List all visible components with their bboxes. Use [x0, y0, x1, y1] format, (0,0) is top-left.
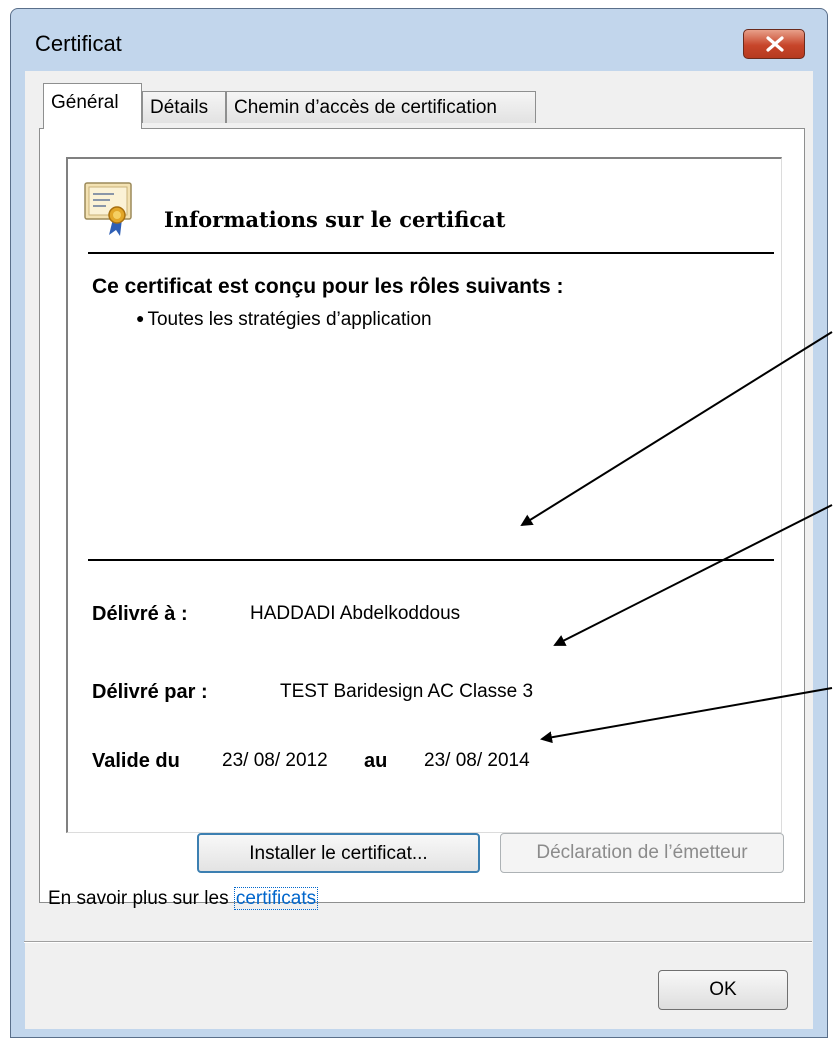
tab-label: Chemin d’accès de certification: [234, 97, 497, 118]
divider: [88, 559, 774, 561]
ok-button[interactable]: OK: [658, 970, 788, 1010]
tab-label: Général: [51, 92, 119, 113]
roles-heading: Ce certificat est conçu pour les rôles s…: [92, 275, 564, 298]
certificate-icon: [84, 182, 132, 236]
valid-to-label: au: [364, 750, 388, 772]
learn-more-prefix: En savoir plus sur les: [48, 888, 234, 909]
certificate-dialog: Certificat Général Détails Chemin d’accè…: [10, 8, 828, 1038]
tab-label: Détails: [150, 97, 209, 118]
certificate-info-title: Informations sur le certificat: [164, 207, 506, 232]
certificates-link[interactable]: certificats: [233, 887, 319, 910]
tab-general[interactable]: Général: [43, 83, 142, 129]
tab-page-general: Informations sur le certificat Ce certif…: [39, 128, 805, 903]
dialog-client-area: Général Détails Chemin d’accès de certif…: [25, 71, 813, 1029]
certificate-info-panel: Informations sur le certificat Ce certif…: [66, 157, 782, 833]
tab-certification-path[interactable]: Chemin d’accès de certification: [226, 91, 536, 123]
close-button[interactable]: [743, 29, 805, 59]
issued-by-value: TEST Baridesign AC Classe 3: [280, 681, 534, 702]
learn-more-text: En savoir plus sur les certificats: [48, 887, 319, 910]
valid-to-value: 23/ 08/ 2014: [424, 750, 530, 771]
role-item: ● Toutes les stratégies d’application: [136, 309, 432, 330]
install-certificate-button[interactable]: Installer le certificat...: [197, 833, 480, 873]
issued-by-label: Délivré par :: [92, 681, 208, 703]
close-icon: [766, 36, 784, 52]
valid-from-value: 23/ 08/ 2012: [222, 750, 328, 771]
valid-from-label: Valide du: [92, 750, 180, 772]
tab-details[interactable]: Détails: [142, 91, 226, 123]
divider: [88, 252, 774, 254]
title-bar[interactable]: Certificat: [11, 9, 827, 71]
window-title: Certificat: [35, 31, 122, 56]
issued-to-label: Délivré à :: [92, 603, 188, 625]
footer-separator: [24, 941, 812, 943]
issuer-statement-button[interactable]: Déclaration de l’émetteur: [500, 833, 784, 873]
issued-to-value: HADDADI Abdelkoddous: [250, 603, 461, 624]
